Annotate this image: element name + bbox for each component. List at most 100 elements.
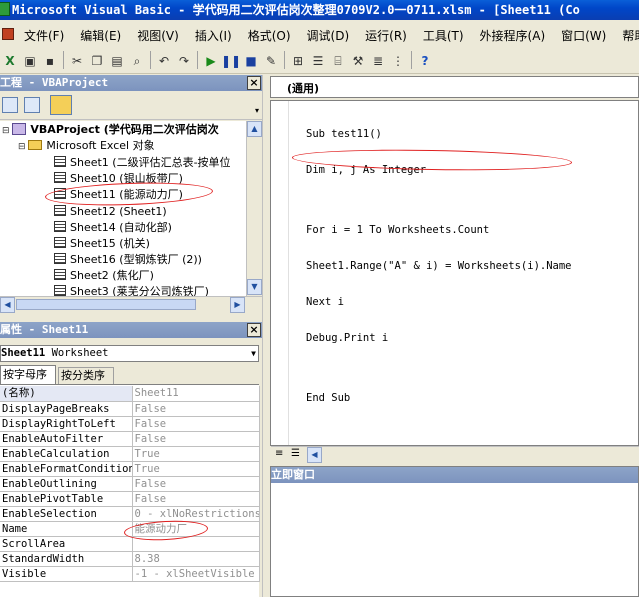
menu-addins[interactable]: 外接程序(A) bbox=[472, 24, 554, 44]
property-name: DisplayRightToLeft bbox=[0, 416, 133, 432]
property-value[interactable]: False bbox=[132, 416, 260, 432]
immediate-icon[interactable]: ≣ bbox=[368, 51, 388, 71]
property-name: (名称) bbox=[0, 386, 133, 402]
property-value[interactable]: False bbox=[132, 476, 260, 492]
immediate-title: 立即窗口 bbox=[271, 468, 315, 481]
object-browser-icon[interactable]: ⌸ bbox=[328, 51, 348, 71]
tree-item[interactable]: Sheet16 (型钢炼铁厂 (2)) bbox=[54, 252, 202, 268]
property-value[interactable]: -1 - xlSheetVisible bbox=[132, 566, 260, 582]
procedure-view-icon[interactable]: ≡ bbox=[275, 448, 283, 459]
collapse-icon[interactable]: ⊟ bbox=[2, 126, 12, 136]
tree-item[interactable]: Sheet3 (莱芜分公司炼铁厂) bbox=[54, 284, 209, 296]
project-explorer-icon[interactable]: ⊞ bbox=[288, 51, 308, 71]
menu-edit[interactable]: 编辑(E) bbox=[72, 24, 129, 44]
property-row[interactable]: DisplayRightToLeft False bbox=[0, 416, 260, 432]
chevron-down-icon[interactable]: ▼ bbox=[251, 346, 256, 361]
menu-debug[interactable]: 调试(D) bbox=[299, 24, 358, 44]
property-name: EnableCalculation bbox=[0, 446, 133, 462]
property-row[interactable]: EnableSelection 0 - xlNoRestrictions bbox=[0, 506, 260, 522]
full-module-view-icon[interactable]: ☰ bbox=[291, 448, 300, 459]
save-icon[interactable]: ▪ bbox=[40, 51, 60, 71]
view-excel-icon[interactable]: X bbox=[0, 51, 20, 71]
sheet-icon bbox=[54, 237, 66, 248]
sheet-icon bbox=[54, 253, 66, 264]
immediate-window[interactable]: 立即窗口 bbox=[270, 466, 639, 597]
tree-horizontal-scrollbar[interactable]: ◀ ▶ bbox=[0, 296, 262, 313]
reset-icon[interactable]: ■ bbox=[241, 51, 261, 71]
property-row[interactable]: DisplayPageBreaks False bbox=[0, 401, 260, 417]
properties-window-icon[interactable]: ☰ bbox=[308, 51, 328, 71]
tree-item[interactable]: Sheet15 (机关) bbox=[54, 236, 150, 252]
property-value[interactable]: True bbox=[132, 446, 260, 462]
property-name: EnableFormatConditions bbox=[0, 461, 133, 477]
scroll-left-icon[interactable]: ◀ bbox=[307, 447, 322, 463]
object-dropdown[interactable]: (通用) bbox=[270, 76, 639, 98]
splitter[interactable] bbox=[262, 75, 268, 597]
help-icon[interactable]: ? bbox=[415, 51, 435, 71]
property-row[interactable]: Visible -1 - xlSheetVisible bbox=[0, 566, 260, 582]
object-combo[interactable]: Sheet11 Worksheet ▼ bbox=[0, 345, 259, 362]
toggle-folders-icon[interactable] bbox=[50, 95, 72, 115]
view-object-icon[interactable] bbox=[24, 97, 40, 113]
menu-view[interactable]: 视图(V) bbox=[129, 24, 187, 44]
undo-icon[interactable]: ↶ bbox=[154, 51, 174, 71]
tab-alphabetic[interactable]: 按字母序 bbox=[0, 365, 56, 384]
menu-run[interactable]: 运行(R) bbox=[357, 24, 415, 44]
property-value[interactable]: False bbox=[132, 401, 260, 417]
redo-icon[interactable]: ↷ bbox=[174, 51, 194, 71]
toolbar-chevron-icon[interactable]: ▾ bbox=[255, 106, 259, 115]
scroll-down-icon[interactable]: ▼ bbox=[247, 279, 262, 295]
tree-item[interactable]: Sheet1 (二级评估汇总表-按单位 bbox=[54, 155, 231, 171]
properties-pane-close-icon[interactable]: × bbox=[247, 323, 261, 337]
property-row[interactable]: EnableFormatConditions True bbox=[0, 461, 260, 477]
property-row[interactable]: StandardWidth 8.38 bbox=[0, 551, 260, 567]
locals-icon[interactable]: ⋮ bbox=[388, 51, 408, 71]
menu-window[interactable]: 窗口(W) bbox=[553, 24, 614, 44]
scroll-thumb[interactable] bbox=[16, 299, 196, 310]
property-value[interactable]: 8.38 bbox=[132, 551, 260, 567]
break-icon[interactable]: ❚❚ bbox=[221, 51, 241, 71]
insert-userform-icon[interactable]: ▣ bbox=[20, 51, 40, 71]
property-value[interactable]: 0 - xlNoRestrictions bbox=[132, 506, 260, 522]
tree-folder-node[interactable]: ⊟ Microsoft Excel 对象 bbox=[18, 138, 155, 154]
property-value[interactable]: False bbox=[132, 491, 260, 507]
tab-categorized[interactable]: 按分类序 bbox=[58, 367, 114, 384]
menu-format[interactable]: 格式(O) bbox=[240, 24, 299, 44]
property-value[interactable]: True bbox=[132, 461, 260, 477]
menu-help[interactable]: 帮助 bbox=[614, 24, 639, 44]
scroll-left-icon[interactable]: ◀ bbox=[0, 297, 15, 313]
property-row[interactable]: EnablePivotTable False bbox=[0, 491, 260, 507]
property-row[interactable]: EnableCalculation True bbox=[0, 446, 260, 462]
scroll-right-icon[interactable]: ▶ bbox=[230, 297, 245, 313]
property-value[interactable]: Sheet11 bbox=[132, 386, 260, 402]
property-row[interactable]: ScrollArea bbox=[0, 536, 260, 552]
tree-item[interactable]: Sheet14 (自动化部) bbox=[54, 220, 172, 236]
code-horizontal-scrollbar[interactable]: ≡ ☰ ◀ bbox=[271, 446, 639, 463]
tree-item[interactable]: Sheet2 (焦化厂) bbox=[54, 268, 154, 284]
view-code-icon[interactable] bbox=[2, 97, 18, 113]
vba-app-icon bbox=[0, 2, 10, 16]
property-row[interactable]: EnableAutoFilter False bbox=[0, 431, 260, 447]
property-row[interactable]: EnableOutlining False bbox=[0, 476, 260, 492]
sheet-icon bbox=[54, 205, 66, 216]
excel-doc-icon[interactable] bbox=[2, 28, 14, 40]
project-pane-close-icon[interactable]: × bbox=[247, 76, 261, 90]
property-row[interactable]: (名称) Sheet11 bbox=[0, 386, 260, 402]
object-type: Worksheet bbox=[51, 347, 109, 359]
menu-insert[interactable]: 插入(I) bbox=[187, 24, 240, 44]
copy-icon[interactable]: ❐ bbox=[87, 51, 107, 71]
toolbox-icon[interactable]: ⚒ bbox=[348, 51, 368, 71]
paste-icon[interactable]: ▤ bbox=[107, 51, 127, 71]
design-mode-icon[interactable]: ✎ bbox=[261, 51, 281, 71]
tree-vertical-scrollbar[interactable]: ▲ ▼ bbox=[246, 121, 262, 296]
project-pane-header: 工程 - VBAProject bbox=[0, 75, 262, 91]
find-icon[interactable]: ⌕ bbox=[127, 51, 147, 71]
collapse-icon[interactable]: ⊟ bbox=[18, 142, 28, 152]
cut-icon[interactable]: ✂ bbox=[67, 51, 87, 71]
property-value[interactable]: False bbox=[132, 431, 260, 447]
run-icon[interactable]: ▶ bbox=[201, 51, 221, 71]
tree-project-node[interactable]: ⊟ VBAProject (学代码用二次评估岗次 bbox=[2, 122, 219, 138]
menu-tools[interactable]: 工具(T) bbox=[415, 24, 472, 44]
scroll-up-icon[interactable]: ▲ bbox=[247, 121, 262, 137]
tree-item[interactable]: Sheet12 (Sheet1) bbox=[54, 204, 167, 220]
